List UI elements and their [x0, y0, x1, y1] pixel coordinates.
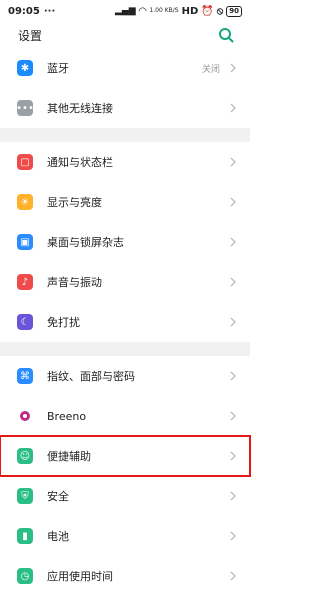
settings-item-label: Breeno: [47, 409, 87, 423]
settings-item-do-not-disturb[interactable]: ☾ 免打扰: [0, 302, 250, 342]
chevron-right-icon: [230, 371, 236, 381]
sound-icon: ♪: [17, 274, 33, 290]
chevron-right-icon: [230, 491, 236, 501]
time-icon: ◷: [17, 568, 33, 584]
settings-item-label: 应用使用时间: [47, 570, 113, 583]
chevron-right-icon: [230, 571, 236, 581]
network-label: HD: [181, 5, 199, 17]
chevron-right-icon: [230, 317, 236, 327]
chevron-right-icon: [230, 411, 236, 421]
fingerprint-icon: ⌘: [17, 368, 33, 384]
settings-item-fingerprint[interactable]: ⌘ 指纹、面部与密码: [0, 356, 250, 396]
chevron-right-icon: [230, 63, 236, 73]
signal-icon: ▂▄▆: [114, 6, 136, 16]
brightness-icon: ☀: [17, 194, 33, 210]
search-icon: [219, 28, 234, 43]
chevron-right-icon: [230, 237, 236, 247]
section-divider: [0, 342, 250, 356]
breeno-icon: [17, 408, 33, 424]
moon-icon: ☾: [17, 314, 33, 330]
bluetooth-status: 关闭: [201, 64, 220, 75]
settings-item-breeno[interactable]: Breeno: [0, 396, 250, 436]
net-speed: 1.00 KB/S: [149, 7, 179, 14]
more-dots-icon: ···: [43, 5, 56, 17]
settings-item-label: 指纹、面部与密码: [47, 370, 135, 383]
settings-item-bluetooth[interactable]: ✱ 蓝牙 关闭: [0, 48, 250, 88]
battery-level: 90: [226, 5, 242, 17]
settings-item-label: 其他无线连接: [47, 102, 113, 115]
clock-time: 09:05: [8, 5, 40, 17]
page-title: 设置: [18, 28, 43, 43]
assist-icon: ☺: [17, 448, 33, 464]
settings-item-convenience-assist[interactable]: ☺ 便捷辅助: [0, 435, 251, 477]
settings-item-wallpaper[interactable]: ▣ 桌面与锁屏杂志: [0, 222, 250, 262]
settings-item-display[interactable]: ☀ 显示与亮度: [0, 182, 250, 222]
chevron-right-icon: [230, 103, 236, 113]
settings-item-sound[interactable]: ♪ 声音与振动: [0, 262, 250, 302]
chevron-right-icon: [230, 277, 236, 287]
settings-item-label: 声音与振动: [47, 276, 102, 289]
security-section: ⌘ 指纹、面部与密码 Breeno ☺ 便捷辅助 ⛨ 安全 ▮ 电池 ◷ 应用使…: [0, 356, 251, 596]
settings-item-notification[interactable]: ▢ 通知与状态栏: [0, 142, 250, 182]
settings-item-label: 安全: [47, 490, 69, 503]
bluetooth-icon: ✱: [17, 60, 33, 76]
section-divider: [0, 128, 250, 142]
security-icon: ⛨: [17, 488, 33, 504]
header: 设置: [0, 22, 250, 48]
chevron-right-icon: [230, 197, 236, 207]
breeno-ring: [20, 411, 30, 421]
settings-item-label: 桌面与锁屏杂志: [47, 236, 124, 249]
chevron-right-icon: [230, 531, 236, 541]
wallpaper-icon: ▣: [17, 234, 33, 250]
settings-item-label: 免打扰: [47, 316, 80, 329]
search-button[interactable]: [218, 27, 234, 43]
notification-icon: ▢: [17, 154, 33, 170]
settings-item-other-wireless[interactable]: ••• 其他无线连接: [0, 88, 250, 128]
status-bar: 09:05 ··· ▂▄▆ ◠ 1.00 KB/S HD ⏰ ⦸ 90: [0, 0, 250, 22]
wifi-icon: ◠: [138, 5, 147, 17]
settings-item-app-usage-time[interactable]: ◷ 应用使用时间: [0, 556, 250, 596]
do-not-disturb-icon: ⦸: [216, 5, 224, 17]
display-section: ▢ 通知与状态栏 ☀ 显示与亮度 ▣ 桌面与锁屏杂志 ♪ 声音与振动 ☾ 免打扰: [0, 142, 250, 342]
alarm-icon: ⏰: [201, 5, 214, 17]
settings-list: ✱ 蓝牙 关闭 ••• 其他无线连接 ▢ 通知与状态栏 ☀ 显示与亮度 ▣ 桌面…: [0, 48, 251, 596]
settings-item-label: 显示与亮度: [47, 196, 102, 209]
chevron-right-icon: [230, 451, 236, 461]
connectivity-section: ✱ 蓝牙 关闭 ••• 其他无线连接: [0, 48, 250, 128]
settings-item-label: 蓝牙: [47, 62, 69, 75]
more-connections-icon: •••: [16, 100, 34, 116]
chevron-right-icon: [230, 157, 236, 167]
settings-item-security[interactable]: ⛨ 安全: [0, 476, 250, 516]
settings-item-label: 便捷辅助: [47, 450, 91, 463]
settings-item-label: 通知与状态栏: [47, 156, 113, 169]
settings-item-battery[interactable]: ▮ 电池: [0, 516, 250, 556]
